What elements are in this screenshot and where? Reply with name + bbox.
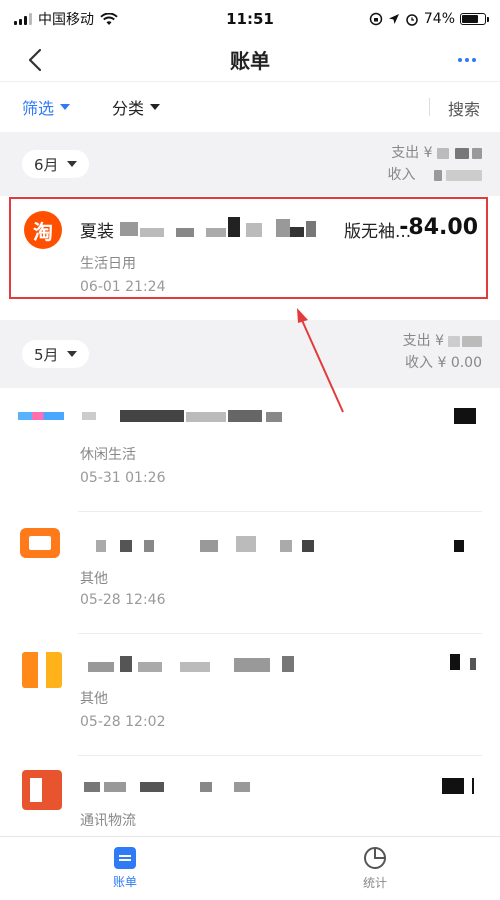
search-button[interactable]: 搜索 (448, 96, 480, 120)
merchant-icon (22, 652, 62, 688)
month-header-june: 6月 支出 ¥ 收入 (0, 132, 500, 196)
bottom-tab-bar: 账单 统计 (0, 836, 500, 900)
nav-bar: 账单 (0, 38, 500, 82)
month-label: 5月 (34, 345, 59, 364)
tab-statistics[interactable]: 统计 (250, 837, 500, 900)
tab-label: 账单 (112, 875, 137, 889)
transaction-row[interactable]: 淘 夏装 版无袖... -84.00 生活日用 06-01 21:24 (0, 197, 500, 299)
wifi-icon (100, 12, 118, 25)
transaction-row[interactable]: 休闲生活 05-31 01:26 (0, 390, 500, 512)
category-label: 分类 (112, 99, 145, 118)
month-header-may: 5月 支出 ¥ 收入 ¥ 0.00 (0, 320, 500, 388)
caret-down-icon (150, 104, 161, 110)
transaction-row[interactable]: 其他 05-28 12:02 (0, 634, 500, 756)
divider (429, 98, 430, 116)
battery-icon (460, 13, 489, 25)
filter-label: 筛选 (22, 99, 55, 118)
caret-down-icon (66, 351, 77, 357)
transaction-time: 05-28 12:46 (80, 592, 166, 608)
alarm-icon (406, 14, 418, 26)
income-label: 收入 ¥ 0.00 (405, 355, 482, 371)
transaction-time: 05-28 12:02 (80, 714, 166, 730)
chevron-left-icon[interactable] (20, 44, 50, 76)
transaction-category: 休闲生活 (80, 447, 136, 463)
expense-label: 支出 ¥ (402, 333, 444, 349)
month-selector[interactable]: 6月 (22, 150, 89, 178)
tab-label: 统计 (362, 876, 387, 890)
pie-chart-icon (364, 847, 386, 869)
income-label: 收入 (387, 167, 416, 183)
transaction-category: 其他 (80, 691, 108, 707)
filter-dropdown[interactable]: 筛选 (22, 95, 71, 119)
transaction-time: 05-31 01:26 (80, 470, 166, 486)
transaction-category: 通讯物流 (80, 813, 136, 829)
location-icon (388, 14, 399, 24)
transaction-category: 其他 (80, 571, 108, 587)
transaction-category: 生活日用 (80, 256, 136, 272)
status-bar: 中国移动 11:51 74% (0, 0, 500, 38)
carrier-name: 中国移动 (38, 12, 94, 28)
taobao-icon: 淘 (24, 211, 62, 249)
bill-icon (114, 847, 136, 869)
battery-percent: 74% (423, 11, 455, 27)
status-time: 11:51 (226, 10, 274, 28)
transaction-time: 06-01 21:24 (80, 279, 166, 295)
filter-bar: 筛选 分类 搜索 (0, 82, 500, 132)
month-summary: 支出 ¥ 收入 ¥ 0.00 (403, 330, 482, 374)
month-summary: 支出 ¥ 收入 (388, 142, 482, 186)
month-selector[interactable]: 5月 (22, 340, 89, 368)
category-dropdown[interactable]: 分类 (112, 95, 161, 119)
transaction-row[interactable]: 通讯物流 (0, 756, 500, 836)
caret-down-icon (60, 104, 71, 110)
caret-down-icon (66, 161, 77, 167)
page-title: 账单 (230, 49, 270, 73)
merchant-icon (22, 770, 62, 810)
transaction-amount: -84.00 (399, 215, 478, 240)
expense-label: 支出 ¥ (391, 145, 433, 161)
signal-icon (14, 13, 32, 25)
merchant-icon (20, 528, 60, 558)
month-label: 6月 (34, 155, 59, 174)
rotation-lock-icon (369, 12, 383, 26)
transaction-row[interactable]: 其他 05-28 12:46 (0, 512, 500, 634)
merchant-icon (18, 412, 64, 420)
tab-bill[interactable]: 账单 (0, 837, 250, 900)
more-icon[interactable] (452, 48, 482, 72)
